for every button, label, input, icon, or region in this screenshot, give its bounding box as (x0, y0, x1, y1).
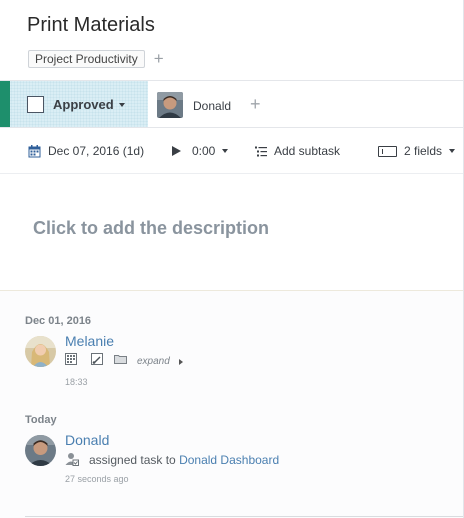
fields-icon (378, 145, 397, 157)
folder-icon[interactable] (114, 352, 127, 364)
time-tracker-button[interactable]: 0:00 (172, 144, 229, 158)
activity-timestamp: 27 seconds ago (65, 474, 129, 484)
activity-action: assigned task to (89, 453, 176, 467)
due-date-button[interactable]: Dec 07, 2016 (1d) (28, 144, 144, 158)
avatar-donald[interactable] (25, 435, 56, 466)
day-label: Dec 01, 2016 (25, 315, 92, 327)
status-label[interactable]: Approved (53, 97, 114, 112)
expand-link[interactable]: expand (137, 356, 170, 367)
complete-checkbox[interactable] (27, 96, 44, 113)
assign-user-icon (65, 452, 79, 466)
task-toolbar: Dec 07, 2016 (1d) 0:00 Add subtask 2 fie… (0, 128, 464, 174)
task-detail-panel: Print Materials Project Productivity + A… (0, 0, 464, 518)
avatar-donald[interactable] (157, 92, 183, 118)
activity-description: assigned task to Donald Dashboard (89, 453, 279, 467)
description-editor[interactable]: Click to add the description (0, 174, 463, 291)
calendar-icon (28, 144, 41, 158)
avatar-melanie[interactable] (25, 336, 56, 367)
status-bar: Approved Donald + (0, 80, 464, 128)
brush-icon[interactable] (91, 352, 103, 365)
fields-count-label: 2 fields (404, 144, 443, 158)
grid-icon[interactable] (65, 352, 77, 365)
add-subtask-label: Add subtask (274, 144, 341, 158)
activity-user-name[interactable]: Melanie (65, 333, 114, 349)
due-date-label: Dec 07, 2016 (1d) (48, 144, 145, 158)
chevron-right-icon[interactable] (179, 359, 183, 365)
time-tracked-label: 0:00 (192, 144, 216, 158)
add-assignee-button[interactable]: + (250, 94, 261, 115)
custom-fields-button[interactable]: 2 fields (378, 144, 456, 158)
assigned-target-link[interactable]: Donald Dashboard (179, 453, 279, 467)
description-placeholder[interactable]: Click to add the description (33, 218, 269, 239)
day-label: Today (25, 414, 57, 426)
chevron-down-icon[interactable] (449, 149, 456, 153)
add-subtask-button[interactable]: Add subtask (255, 144, 340, 158)
add-tag-button[interactable]: + (154, 50, 164, 67)
task-title[interactable]: Print Materials (27, 14, 155, 37)
activity-user-name[interactable]: Donald (65, 432, 109, 448)
divider (25, 516, 463, 517)
play-icon[interactable] (172, 146, 181, 156)
activity-timestamp: 18:33 (65, 377, 88, 387)
tag-project-productivity[interactable]: Project Productivity (28, 50, 145, 68)
status-accent-stripe (0, 81, 10, 127)
chevron-down-icon[interactable] (222, 149, 229, 153)
activity-stream: Dec 01, 2016 Melanie expand 18:33 Today … (0, 291, 463, 518)
assignee-name[interactable]: Donald (193, 99, 231, 113)
tag-list: Project Productivity + (28, 50, 164, 68)
status-caret-icon[interactable] (119, 103, 125, 107)
subtask-icon (255, 146, 267, 157)
